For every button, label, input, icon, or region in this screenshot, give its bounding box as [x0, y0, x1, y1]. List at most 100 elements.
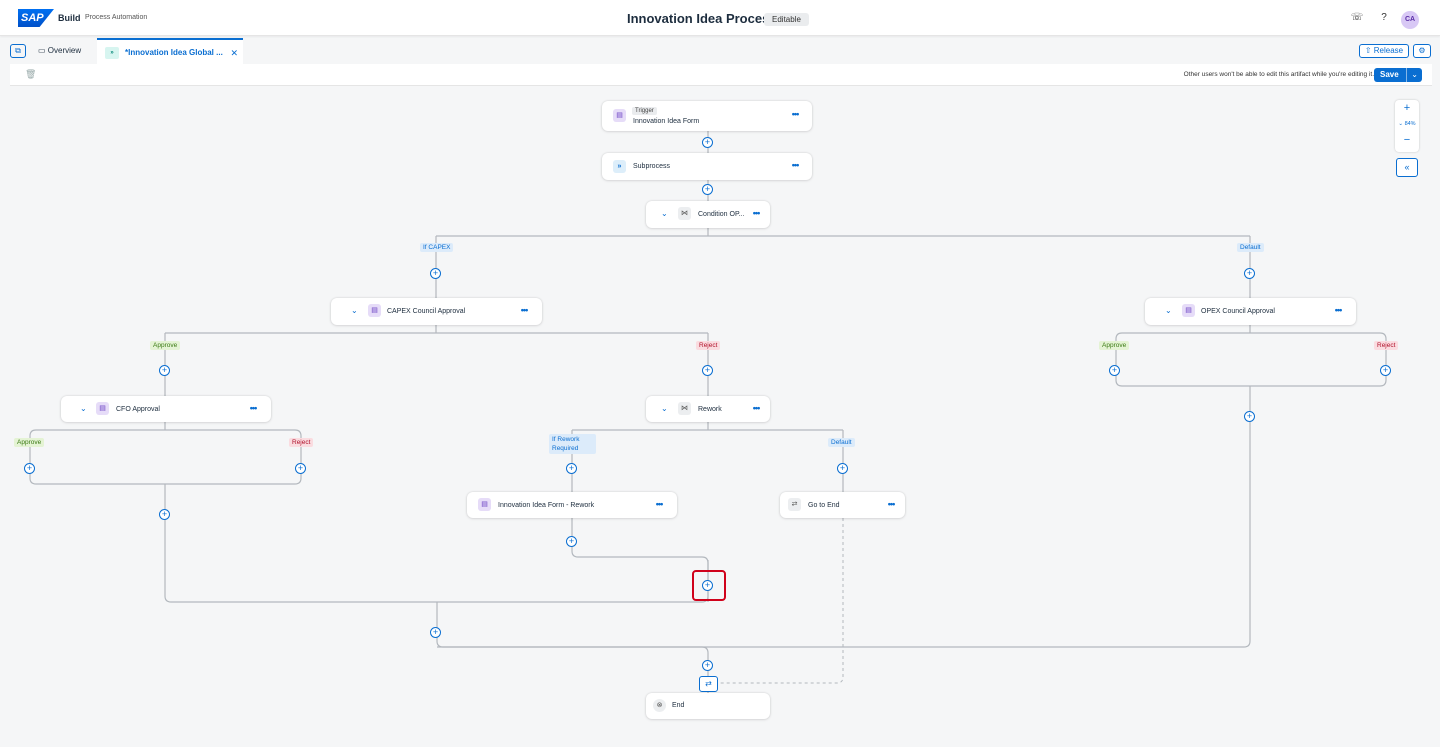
if-rework-line2: Required — [552, 445, 579, 452]
zoom-in-icon[interactable]: + — [1395, 102, 1419, 114]
branch-label-approve: Approve — [14, 438, 45, 447]
opex-approval-node[interactable]: ⌄ ▤ OPEX Council Approval ••• — [1145, 298, 1356, 325]
zoom-level[interactable]: ⌄ 84% — [1395, 121, 1419, 127]
add-step-button[interactable]: + — [702, 137, 713, 148]
branch-label-default: Default — [828, 438, 855, 447]
add-step-button[interactable]: + — [430, 627, 441, 638]
branch-label-if-capex: If CAPEX — [420, 243, 454, 252]
goto-icon: ⇄ — [788, 498, 801, 511]
condition-icon: ⋈ — [678, 207, 691, 220]
chevron-down-icon[interactable]: ⌄ — [661, 404, 668, 413]
add-step-button[interactable]: + — [159, 365, 170, 376]
status-badge: Editable — [764, 13, 809, 26]
chevron-down-icon[interactable]: ⌄ — [1165, 306, 1172, 315]
capex-label: CAPEX Council Approval — [387, 308, 466, 315]
release-label: Release — [1373, 46, 1404, 55]
add-step-button[interactable]: + — [566, 463, 577, 474]
edit-lock-hint: Other users won't be able to edit this a… — [1183, 71, 1374, 78]
page-title: Innovation Idea Process — [627, 11, 777, 26]
rework-label: Rework — [698, 406, 722, 413]
condition-label: Condition OP... — [698, 211, 745, 218]
opex-label: OPEX Council Approval — [1201, 308, 1275, 315]
tab-bar: ⧉ ▭ Overview » *Innovation Idea Global ..… — [0, 38, 1440, 64]
close-icon[interactable]: ✕ — [230, 40, 238, 66]
folder-icon: ▭ — [38, 46, 48, 55]
condition-node[interactable]: ⌄ ⋈ Condition OP... ••• — [646, 201, 770, 228]
goto-end-label: Go to End — [808, 502, 840, 509]
add-step-button[interactable]: + — [837, 463, 848, 474]
branch-label-approve: Approve — [1099, 341, 1130, 350]
goto-end-node[interactable]: ⇄ Go to End ••• — [780, 492, 905, 518]
subprocess-label: Subprocess — [633, 163, 670, 170]
capex-approval-node[interactable]: ⌄ ▤ CAPEX Council Approval ••• — [331, 298, 542, 325]
subprocess-icon: » — [613, 160, 626, 173]
shell-bar: SAP Build Process Automation Innovation … — [0, 0, 1440, 36]
trigger-tag: Trigger — [632, 107, 657, 115]
release-button[interactable]: ⇧ Release — [1359, 44, 1409, 58]
condition-icon: ⋈ — [678, 402, 691, 415]
branch-label-default: Default — [1237, 243, 1264, 252]
collapse-panel-icon[interactable]: « — [1396, 158, 1418, 177]
upload-icon: ⇧ — [1364, 46, 1374, 55]
rework-condition-node[interactable]: ⌄ ⋈ Rework ••• — [646, 396, 770, 422]
brand-subtitle: Process Automation — [85, 14, 148, 21]
notifications-icon[interactable]: ☏ — [1350, 11, 1364, 25]
add-step-button[interactable]: + — [159, 509, 170, 520]
end-node[interactable]: ⊗ End — [646, 693, 770, 719]
subprocess-node[interactable]: » Subprocess ••• — [602, 153, 812, 180]
tab-process-label: *Innovation Idea Global ... — [125, 48, 223, 57]
add-step-button[interactable]: + — [1109, 365, 1120, 376]
end-label: End — [672, 702, 685, 709]
save-label: Save — [1380, 70, 1399, 79]
navigator-icon[interactable]: ⧉ — [10, 44, 26, 58]
more-icon[interactable]: ••• — [885, 499, 897, 509]
tab-overview[interactable]: ▭ Overview — [38, 38, 94, 64]
zoom-level-value: 84% — [1404, 121, 1416, 127]
tab-process[interactable]: » *Innovation Idea Global ... ✕ — [97, 38, 243, 64]
zoom-out-icon[interactable]: − — [1395, 134, 1419, 146]
add-step-button[interactable]: + — [702, 660, 713, 671]
add-step-button[interactable]: + — [24, 463, 35, 474]
branch-label-if-rework: If Rework Required — [549, 434, 596, 454]
add-step-button[interactable]: + — [1244, 411, 1255, 422]
help-icon[interactable]: ? — [1377, 11, 1391, 25]
form-icon: ▤ — [96, 402, 109, 415]
add-step-button[interactable]: + — [1244, 268, 1255, 279]
trigger-node[interactable]: ▤ Trigger Innovation Idea Form ••• — [602, 101, 812, 131]
settings-icon[interactable]: ⚙ — [1413, 44, 1431, 58]
more-icon[interactable]: ••• — [518, 305, 530, 315]
editor-toolbar: 🗑 Other users won't be able to edit this… — [10, 64, 1432, 86]
more-icon[interactable]: ••• — [789, 109, 801, 119]
more-icon[interactable]: ••• — [1332, 305, 1344, 315]
cfo-approval-node[interactable]: ⌄ ▤ CFO Approval ••• — [61, 396, 271, 422]
sap-logo[interactable]: SAP — [18, 9, 54, 27]
delete-icon[interactable]: 🗑 — [25, 69, 36, 80]
trigger-label: Innovation Idea Form — [633, 118, 700, 125]
branch-label-approve: Approve — [150, 341, 181, 350]
branch-label-reject: Reject — [1374, 341, 1399, 350]
more-icon[interactable]: ••• — [653, 499, 665, 509]
chevron-down-icon[interactable]: ⌄ — [661, 209, 668, 218]
highlight-box — [692, 570, 726, 601]
add-step-button[interactable]: + — [1380, 365, 1391, 376]
subprocess-icon: » — [105, 46, 119, 59]
chevron-down-icon[interactable]: ⌄ — [80, 404, 87, 413]
add-step-button[interactable]: + — [702, 184, 713, 195]
more-icon[interactable]: ••• — [247, 403, 259, 413]
rework-form-node[interactable]: ▤ Innovation Idea Form - Rework ••• — [467, 492, 677, 518]
chevron-down-icon[interactable]: ⌄ — [1406, 68, 1418, 82]
add-step-button[interactable]: + — [566, 536, 577, 547]
add-step-button[interactable]: + — [430, 268, 441, 279]
chevron-down-icon[interactable]: ⌄ — [351, 306, 358, 315]
form-icon: ▤ — [478, 498, 491, 511]
add-step-button[interactable]: + — [702, 365, 713, 376]
avatar[interactable]: CA — [1401, 11, 1419, 29]
more-icon[interactable]: ••• — [750, 208, 762, 218]
more-icon[interactable]: ••• — [750, 403, 762, 413]
if-rework-line1: If Rework — [552, 436, 580, 443]
add-step-button[interactable]: + — [295, 463, 306, 474]
save-button[interactable]: Save ⌄ — [1374, 68, 1422, 82]
goto-target-icon: ⇄ — [699, 676, 718, 692]
more-icon[interactable]: ••• — [789, 160, 801, 170]
branch-label-reject: Reject — [289, 438, 314, 447]
